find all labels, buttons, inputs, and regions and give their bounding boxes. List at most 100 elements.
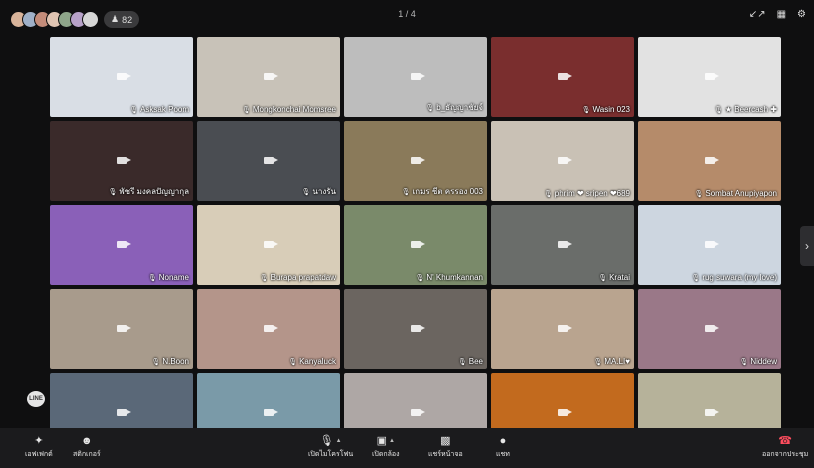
mic-off-icon: 🎙 xyxy=(319,435,334,447)
smiley-icon: ☻ xyxy=(81,435,93,447)
participant-name-tag: 🎙 Asksak Poom xyxy=(129,105,189,114)
mic-muted-icon: 🎙 xyxy=(301,188,311,196)
window-controls: ↙↗ ▦ ⚙ xyxy=(749,9,806,20)
mic-button[interactable]: 🎙 ▲ เปิดไมโครโฟน xyxy=(308,433,353,460)
mic-muted-icon: 🎙 xyxy=(691,274,701,282)
participant-name-tag: 🎙 Bee xyxy=(458,357,483,366)
bottom-toolbar: ✦ เอฟเฟกต์ ☻ สติกเกอร์ 🎙 ▲ เปิดไมโครโฟน ▣… xyxy=(0,428,814,468)
stickers-button[interactable]: ☻ สติกเกอร์ xyxy=(73,433,101,460)
camera-off-icon xyxy=(557,157,572,164)
participant-tile[interactable]: 🎙 Asksak Poom xyxy=(50,37,193,117)
participant-tile[interactable]: 🎙 Sombat Anupiyapon xyxy=(638,121,781,201)
participant-tile[interactable]: 🎙 N.Boon xyxy=(50,289,193,369)
participant-name-tag: 🎙 พัชรี มงคลปัญญากุล xyxy=(109,185,190,198)
participant-name-tag: 🎙 Niddew xyxy=(739,357,777,366)
participant-name-tag: 🎙 N.Boon xyxy=(151,357,189,366)
page-indicator: 1 / 4 xyxy=(398,9,416,19)
camera-off-icon xyxy=(263,157,278,164)
participant-name-tag: 🎙 ★ Beercash ✚ xyxy=(714,105,777,114)
mic-muted-icon: 🎙 xyxy=(593,358,603,366)
camera-off-icon xyxy=(557,325,572,332)
chat-button[interactable]: ● แชท xyxy=(496,433,510,460)
mic-muted-icon: 🎙 xyxy=(151,358,161,366)
line-logo[interactable]: LINE xyxy=(27,391,45,407)
mic-muted-icon: 🎙 xyxy=(415,274,425,282)
chevron-up-icon[interactable]: ▲ xyxy=(389,433,395,449)
participant-name: Bee xyxy=(468,357,483,366)
participant-tile[interactable]: 🎙 Kratai xyxy=(491,205,634,285)
collapse-icon[interactable]: ↙↗ xyxy=(749,9,766,20)
participant-name-tag: 🎙 Sombat Anupiyapon xyxy=(695,189,778,198)
participant-tile[interactable]: 🎙 เกมร ชีต ครรอง 003 xyxy=(344,121,487,201)
participant-name-tag: 🎙 เกมร ชีต ครรอง 003 xyxy=(402,185,483,198)
camera-off-icon xyxy=(116,241,131,248)
chat-label: แชท xyxy=(496,451,510,458)
participant-name: เกมร ชีต ครรอง 003 xyxy=(412,187,483,196)
camera-off-icon xyxy=(410,241,425,248)
layout-grid-icon[interactable]: ▦ xyxy=(777,9,786,20)
participant-name-tag: 🎙 Kanyaluck xyxy=(288,357,336,366)
participant-tile[interactable]: 🎙 นางรัน xyxy=(197,121,340,201)
participant-name-tag: 🎙 นางรัน xyxy=(301,185,336,198)
camera-off-icon xyxy=(704,157,719,164)
sparkle-icon: ✦ xyxy=(34,435,44,447)
participant-tile[interactable]: 🎙 b_ธัญญาชัยจ์ xyxy=(344,37,487,117)
participant-tile[interactable]: 🎙 ★ Beercash ✚ xyxy=(638,37,781,117)
camera-off-icon xyxy=(263,241,278,248)
participant-name-tag: 🎙 Wasin 023 xyxy=(582,105,630,114)
camera-off-icon xyxy=(410,409,425,416)
mic-muted-icon: 🎙 xyxy=(457,358,467,366)
participant-name: MA.LI♥ xyxy=(604,357,630,366)
participant-name: N' Khumkannan xyxy=(426,273,483,282)
participant-name-tag: 🎙 Noname xyxy=(148,273,189,282)
participant-name: Kanyaluck xyxy=(299,357,336,366)
mic-label: เปิดไมโครโฟน xyxy=(308,451,354,458)
next-page-arrow[interactable]: › xyxy=(800,226,814,266)
participant-name: Niddew xyxy=(750,357,777,366)
participant-name: ★ Beercash ✚ xyxy=(724,105,777,114)
camera-off-icon xyxy=(704,409,719,416)
camera-off-icon xyxy=(410,325,425,332)
participant-tile[interactable]: 🎙 Mongkonchai Momsree xyxy=(197,37,340,117)
participant-name: พัชรี มงคลปัญญากุล xyxy=(119,187,189,196)
mic-muted-icon: 🎙 xyxy=(598,274,608,282)
leave-button[interactable]: ☎ ออกจากประชุม xyxy=(762,433,808,460)
participant-tile[interactable]: 🎙 N' Khumkannan xyxy=(344,205,487,285)
camera-off-icon xyxy=(263,409,278,416)
camera-off-icon xyxy=(410,157,425,164)
camera-off-icon xyxy=(704,325,719,332)
mic-muted-icon: 🎙 xyxy=(581,106,591,114)
camera-off-icon xyxy=(557,241,572,248)
camera-button[interactable]: ▣ ▲ เปิดกล้อง xyxy=(372,433,400,460)
settings-icon[interactable]: ⚙ xyxy=(797,9,806,20)
stickers-label: สติกเกอร์ xyxy=(73,451,101,458)
participant-tile[interactable]: 🎙 MA.LI♥ xyxy=(491,289,634,369)
participant-name-tag: 🎙 rug suwara (my love) xyxy=(691,273,777,282)
participant-name: Sombat Anupiyapon xyxy=(705,189,777,198)
participant-name: N.Boon xyxy=(162,357,189,366)
participant-tile[interactable]: 🎙 Niddew xyxy=(638,289,781,369)
participant-tile[interactable]: 🎙 พัชรี มงคลปัญญากุล xyxy=(50,121,193,201)
participant-name: rug suwara (my love) xyxy=(702,273,777,282)
mic-muted-icon: 🎙 xyxy=(543,190,553,198)
participant-name-tag: 🎙 b_ธัญญาชัยจ์ xyxy=(425,101,483,114)
camera-off-icon xyxy=(410,73,425,80)
participant-tile[interactable]: 🎙 phrim ❤ sripen ❤689 xyxy=(491,121,634,201)
share-screen-button[interactable]: ▩ แชร์หน้าจอ xyxy=(428,433,463,460)
chevron-up-icon[interactable]: ▲ xyxy=(336,433,342,449)
mic-muted-icon: 🎙 xyxy=(259,274,269,282)
effects-button[interactable]: ✦ เอฟเฟกต์ xyxy=(25,433,53,460)
camera-off-icon xyxy=(116,157,131,164)
participant-tile[interactable]: 🎙 Wasin 023 xyxy=(491,37,634,117)
participant-name-tag: 🎙 Kratai xyxy=(598,273,630,282)
participant-name: Noname xyxy=(158,273,189,282)
participant-tile[interactable]: 🎙 Bee xyxy=(344,289,487,369)
participant-name: Mongkonchai Momsree xyxy=(252,105,336,114)
camera-label: เปิดกล้อง xyxy=(372,451,400,458)
participant-tile[interactable]: 🎙 Noname xyxy=(50,205,193,285)
participant-tile[interactable]: 🎙 Burapa prapatdaw xyxy=(197,205,340,285)
participant-name: Kratai xyxy=(609,273,630,282)
participant-tile[interactable]: 🎙 Kanyaluck xyxy=(197,289,340,369)
video-grid: 🎙 Asksak Poom 🎙 Mongkonchai Momsree 🎙 b_ธัญญา… xyxy=(50,37,781,453)
participant-tile[interactable]: 🎙 rug suwara (my love) xyxy=(638,205,781,285)
